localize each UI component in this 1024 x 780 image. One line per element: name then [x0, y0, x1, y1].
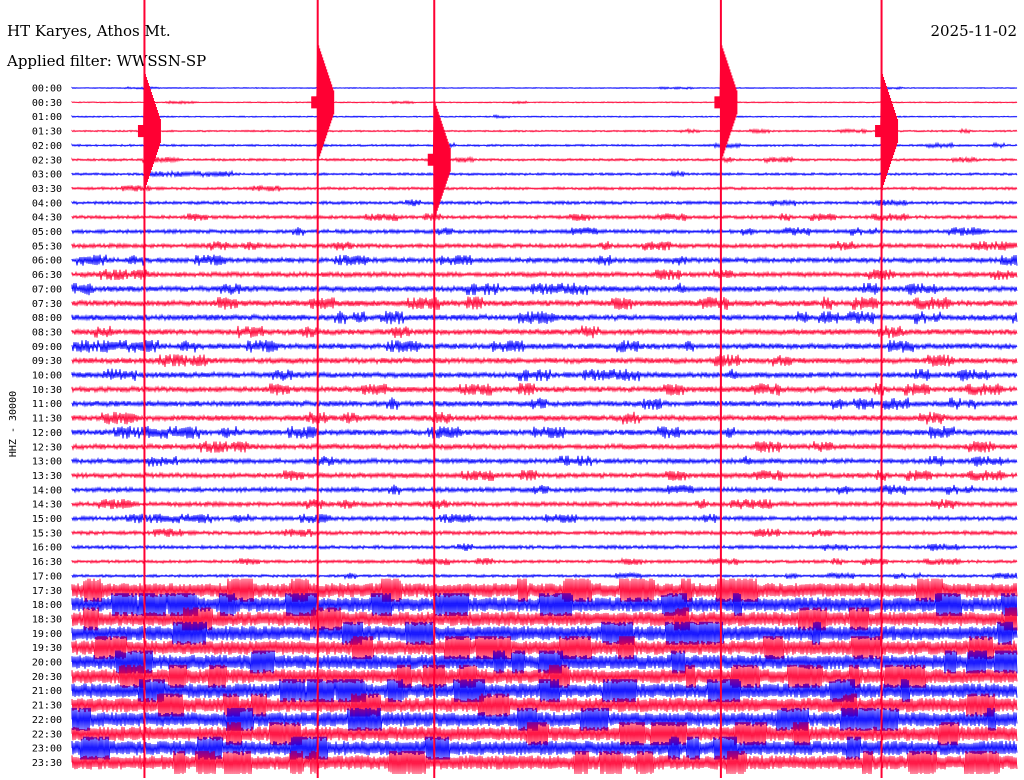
row-time-label: 20:30	[32, 672, 62, 683]
row-time-label: 18:00	[32, 600, 62, 611]
row-time-label: 01:30	[32, 127, 62, 138]
row-time-label: 00:30	[32, 98, 62, 109]
trace-line	[71, 557, 1018, 566]
row-label-group: 00:00 00:30 01:00 01:30 02:00 02:30 03:00 03:30…	[32, 84, 62, 769]
trace-line	[71, 212, 1018, 222]
trace-line	[71, 155, 1018, 165]
row-time-label: 03:30	[32, 184, 62, 195]
row-time-label: 21:30	[32, 701, 62, 712]
row-time-label: 16:30	[32, 557, 62, 568]
trace-line	[71, 528, 1018, 538]
trace-line	[71, 469, 1018, 482]
row-time-label: 21:00	[32, 686, 62, 697]
row-time-label: 20:00	[32, 658, 62, 669]
trace-line	[71, 310, 1018, 325]
row-time-label: 12:30	[32, 442, 62, 453]
row-time-label: 06:00	[32, 256, 62, 267]
row-time-label: 11:30	[32, 414, 62, 425]
row-time-label: 22:00	[32, 715, 62, 726]
trace-line	[71, 368, 1018, 382]
trace-line	[71, 114, 1018, 120]
row-time-label: 02:00	[32, 141, 62, 152]
event-burst	[875, 71, 899, 192]
row-time-label: 05:00	[32, 227, 62, 238]
date-label: 2025-11-02	[931, 22, 1017, 40]
event-burst	[311, 42, 335, 163]
row-time-label: 08:30	[32, 327, 62, 338]
row-time-label: 16:00	[32, 543, 62, 554]
row-time-label: 15:30	[32, 528, 62, 539]
trace-line	[71, 269, 1018, 281]
trace-line	[71, 411, 1018, 425]
row-time-label: 03:00	[32, 170, 62, 181]
trace-line	[71, 199, 1018, 207]
trace-line	[71, 254, 1018, 266]
row-time-label: 06:30	[32, 270, 62, 281]
row-time-label: 09:00	[32, 342, 62, 353]
row-time-label: 14:00	[32, 485, 62, 496]
row-time-label: 23:30	[32, 758, 62, 769]
trace-line	[71, 426, 1018, 439]
trace-line	[71, 354, 1018, 367]
row-time-label: 10:30	[32, 385, 62, 396]
station-title: HT Karyes, Athos Mt.	[7, 22, 171, 40]
row-time-label: 22:30	[32, 729, 62, 740]
row-time-label: 23:00	[32, 744, 62, 755]
row-time-label: 10:00	[32, 371, 62, 382]
trace-line	[71, 621, 1018, 645]
row-time-label: 19:30	[32, 643, 62, 654]
row-time-label: 13:30	[32, 471, 62, 482]
row-time-label: 14:30	[32, 500, 62, 511]
row-time-label: 08:00	[32, 313, 62, 324]
row-time-label: 09:30	[32, 356, 62, 367]
row-time-label: 13:00	[32, 457, 62, 468]
filter-label: Applied filter: WWSSN-SP	[6, 52, 206, 70]
trace-line	[71, 184, 1018, 192]
trace-line	[71, 750, 1018, 775]
trace-line	[71, 85, 1018, 91]
row-time-label: 05:30	[32, 241, 62, 252]
row-time-label: 02:30	[32, 155, 62, 166]
trace-line	[71, 484, 1018, 495]
row-time-label: 04:00	[32, 198, 62, 209]
trace-line	[71, 440, 1018, 453]
trace-line	[71, 383, 1018, 396]
trace-line	[71, 397, 1018, 410]
row-time-label: 17:00	[32, 571, 62, 582]
row-time-label: 01:00	[32, 112, 62, 123]
row-time-label: 12:00	[32, 428, 62, 439]
row-time-label: 19:00	[32, 629, 62, 640]
trace-line	[71, 282, 1018, 296]
row-time-label: 07:30	[32, 299, 62, 310]
row-time-label: 11:00	[32, 399, 62, 410]
trace-group	[71, 85, 1018, 775]
trace-line	[71, 679, 1018, 703]
trace-line	[71, 241, 1018, 251]
row-time-label: 00:00	[32, 84, 62, 95]
trace-line	[71, 227, 1018, 236]
trace-line	[71, 296, 1018, 311]
trace-line	[71, 499, 1018, 510]
trace-line	[71, 513, 1018, 524]
trace-line	[71, 543, 1018, 552]
trace-line	[71, 100, 1018, 105]
row-time-label: 15:00	[32, 514, 62, 525]
trace-line	[71, 141, 1018, 150]
trace-line	[71, 325, 1018, 339]
trace-line	[71, 339, 1018, 353]
y-axis-label: HHZ - 30000	[8, 391, 19, 457]
trace-line	[71, 571, 1018, 581]
trace-line	[71, 593, 1018, 617]
trace-line	[71, 169, 1018, 179]
row-time-label: 07:00	[32, 284, 62, 295]
helicorder-chart: HT Karyes, Athos Mt. 2025-11-02 Applied …	[6, 0, 1018, 778]
row-time-label: 18:30	[32, 614, 62, 625]
row-time-label: 17:30	[32, 586, 62, 597]
trace-line	[71, 455, 1018, 467]
row-time-label: 04:30	[32, 213, 62, 224]
